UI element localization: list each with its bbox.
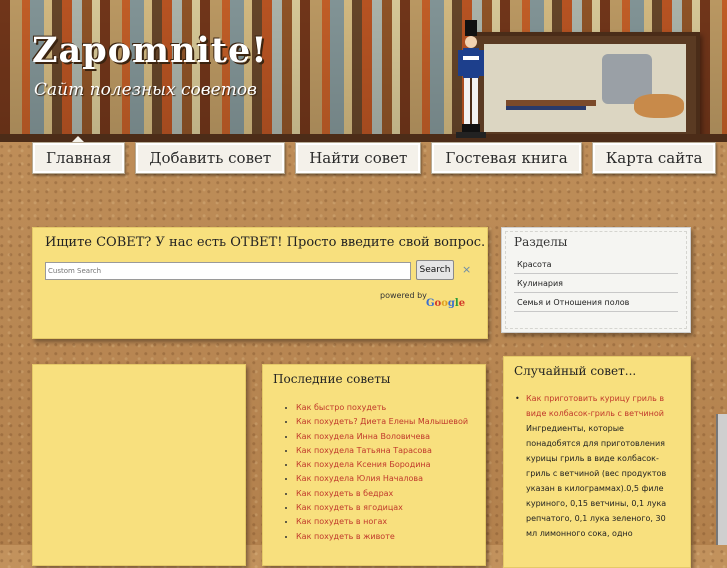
search-panel: Ищите СОВЕТ? У нас есть ОТВЕТ! Просто вв… <box>32 227 488 339</box>
search-button[interactable]: Search <box>416 260 454 280</box>
list-item: Как похудеть в ягодицах <box>296 501 468 515</box>
tip-link[interactable]: Как похудеть в ногах <box>296 517 387 526</box>
powered-by-label: powered by <box>380 291 427 300</box>
random-tip-body: • Как приготовить курицу гриль в виде ко… <box>515 391 678 541</box>
list-item: Как быстро похудеть <box>296 401 468 415</box>
bullet-icon: • <box>515 394 520 403</box>
list-item: Как похудеть? Диета Елены Малышевой <box>296 415 468 429</box>
main-nav: Главная Добавить совет Найти совет Госте… <box>32 142 726 174</box>
tip-link[interactable]: Как похудеть в животе <box>296 532 395 541</box>
section-cooking[interactable]: Кулинария <box>514 274 678 293</box>
tip-link[interactable]: Как похудеть в бедрах <box>296 489 393 498</box>
latest-tips-list: Как быстро похудеть Как похудеть? Диета … <box>283 401 468 544</box>
tip-link[interactable]: Как похудела Инна Воловичева <box>296 432 430 441</box>
random-tip-link[interactable]: Как приготовить курицу гриль в виде колб… <box>526 394 664 418</box>
nav-find-tip[interactable]: Найти совет <box>295 142 422 174</box>
site-tagline: Сайт полезных советов <box>34 80 257 100</box>
shavings-decoration <box>634 94 684 118</box>
random-tip-text: Ингредиенты, которые понадобятся для при… <box>526 424 667 538</box>
nav-guestbook[interactable]: Гостевая книга <box>431 142 582 174</box>
latest-tips-heading: Последние советы <box>273 372 391 386</box>
site-logo[interactable]: Zapomnite! <box>32 30 268 71</box>
tip-link[interactable]: Как похудеть в ягодицах <box>296 503 403 512</box>
search-heading: Ищите СОВЕТ? У нас есть ОТВЕТ! Просто вв… <box>45 235 486 250</box>
list-item: Как похудела Юлия Началова <box>296 472 468 486</box>
toy-soldier-icon <box>456 20 486 138</box>
tip-link[interactable]: Как быстро похудеть <box>296 403 386 412</box>
google-logo: Google <box>426 298 466 309</box>
latest-tips-panel: Последние советы Как быстро похудеть Как… <box>262 364 486 566</box>
clear-icon[interactable]: × <box>462 263 471 276</box>
active-nav-marker <box>72 136 84 142</box>
random-tip-heading: Случайный совет... <box>514 364 637 378</box>
empty-panel <box>32 364 246 566</box>
sections-heading: Разделы <box>514 235 568 249</box>
tip-link[interactable]: Как похудеть? Диета Елены Малышевой <box>296 417 468 426</box>
frame-picture <box>484 44 686 132</box>
tip-link[interactable]: Как похудела Татьяна Тарасова <box>296 446 432 455</box>
header-picture-frame <box>470 32 700 140</box>
nav-add-tip[interactable]: Добавить совет <box>135 142 286 174</box>
header-shelf <box>0 134 727 142</box>
search-input[interactable] <box>45 262 411 280</box>
list-item: Как похудеть в животе <box>296 530 468 544</box>
section-family[interactable]: Семья и Отношения полов <box>514 293 678 312</box>
nav-home[interactable]: Главная <box>32 142 126 174</box>
list-item: Как похудела Ксения Бородина <box>296 458 468 472</box>
header-banner: Zapomnite! Сайт полезных советов <box>0 0 727 140</box>
list-item: Как похудеть в ногах <box>296 515 468 529</box>
random-tip-panel: Случайный совет... • Как приготовить кур… <box>503 356 691 568</box>
nav-sitemap[interactable]: Карта сайта <box>591 142 717 174</box>
pencil-decoration <box>506 106 586 110</box>
edge-decoration <box>716 414 727 545</box>
list-item: Как похудеть в бедрах <box>296 487 468 501</box>
tip-link[interactable]: Как похудела Ксения Бородина <box>296 460 431 469</box>
list-item: Как похудела Инна Воловичева <box>296 430 468 444</box>
sections-panel: Разделы Красота Кулинария Семья и Отноше… <box>501 227 691 333</box>
section-beauty[interactable]: Красота <box>514 255 678 274</box>
tip-link[interactable]: Как похудела Юлия Началова <box>296 474 423 483</box>
list-item: Как похудела Татьяна Тарасова <box>296 444 468 458</box>
